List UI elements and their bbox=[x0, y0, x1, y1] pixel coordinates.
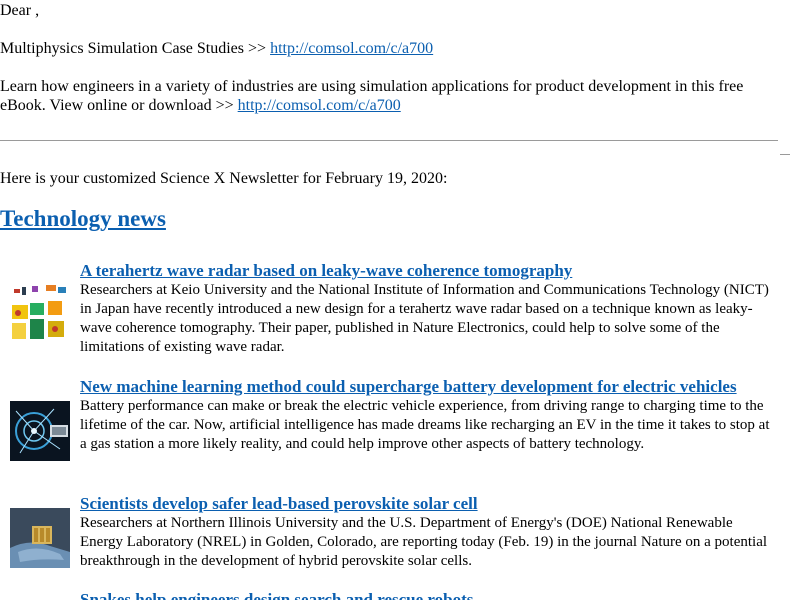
article-title[interactable]: Snakes help engineers design search and … bbox=[80, 590, 770, 600]
horizontal-divider bbox=[0, 140, 778, 141]
article-title[interactable]: New machine learning method could superc… bbox=[80, 377, 770, 397]
battery-neural-icon bbox=[10, 401, 70, 461]
article-content: New machine learning method could superc… bbox=[80, 377, 770, 454]
solar-cell-hand-icon bbox=[10, 508, 70, 568]
battery-neural-thumbnail[interactable] bbox=[10, 401, 70, 461]
promo-description: Learn how engineers in a variety of indu… bbox=[0, 77, 780, 115]
promo-line: Multiphysics Simulation Case Studies >> … bbox=[0, 39, 433, 58]
article-title[interactable]: A terahertz wave radar based on leaky-wa… bbox=[80, 261, 770, 281]
article-summary: Researchers at Northern Illinois Univers… bbox=[80, 515, 768, 569]
promo-link[interactable]: http://comsol.com/c/a700 bbox=[270, 40, 433, 57]
article-content: A terahertz wave radar based on leaky-wa… bbox=[80, 261, 770, 357]
radar-diagram-icon bbox=[10, 283, 70, 343]
article-content: Scientists develop safer lead-based pero… bbox=[80, 494, 770, 571]
newsletter-intro: Here is your customized Science X Newsle… bbox=[0, 170, 448, 187]
article-title[interactable]: Scientists develop safer lead-based pero… bbox=[80, 494, 770, 514]
article-summary: Battery performance can make or break th… bbox=[80, 398, 770, 452]
greeting: Dear , bbox=[0, 2, 40, 19]
article-summary: Researchers at Keio University and the N… bbox=[80, 282, 769, 355]
promo-title: Multiphysics Simulation Case Studies >> bbox=[0, 40, 267, 57]
promo-link-2[interactable]: http://comsol.com/c/a700 bbox=[238, 97, 401, 114]
divider-tick bbox=[780, 154, 790, 155]
solar-cell-hand-thumbnail[interactable] bbox=[10, 508, 70, 568]
section-title-technology-news[interactable]: Technology news bbox=[0, 204, 166, 234]
article-content: Snakes help engineers design search and … bbox=[80, 590, 770, 600]
radar-diagram-thumbnail[interactable] bbox=[10, 283, 70, 343]
